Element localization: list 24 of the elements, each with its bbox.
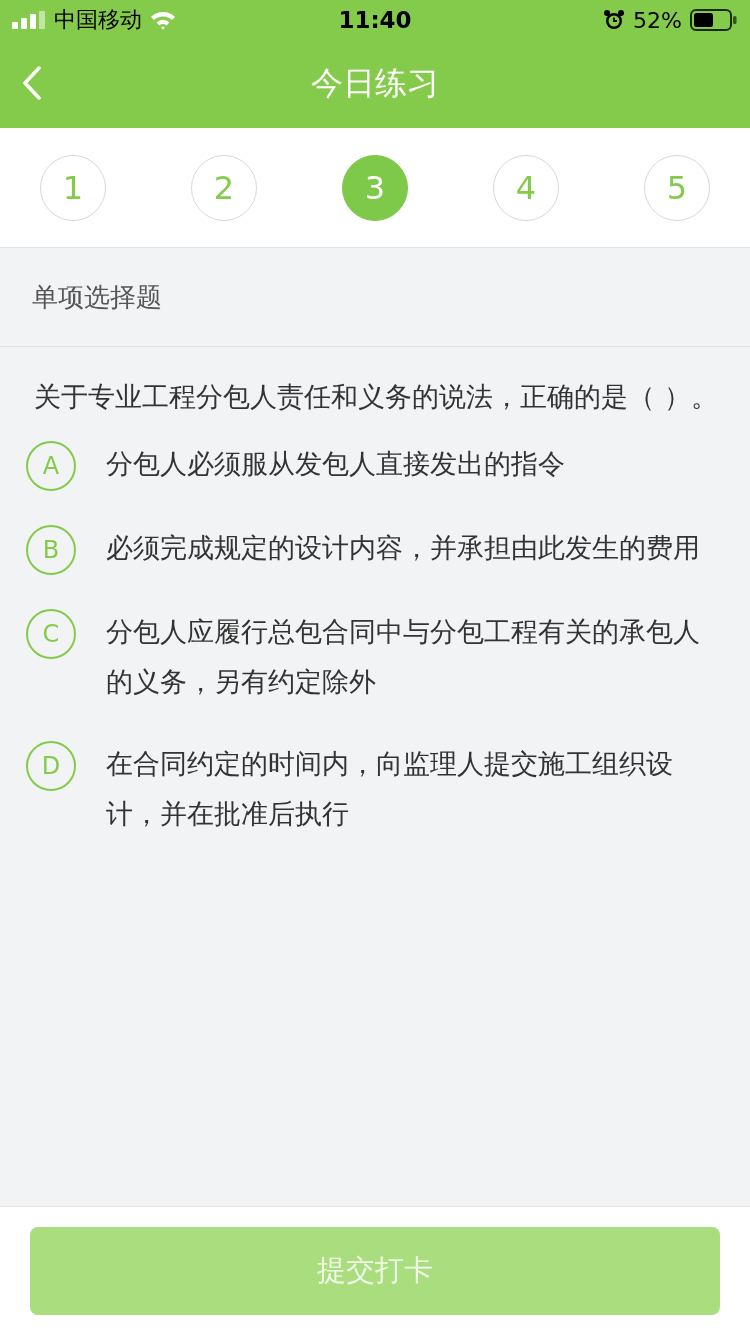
question-type-label: 单项选择题 bbox=[32, 280, 162, 314]
option-text[interactable]: 分包人应履行总包合同中与分包工程有关的承包人的义务，另有约定除外 bbox=[106, 607, 724, 707]
option-letter-circle[interactable]: A bbox=[26, 441, 76, 491]
status-time: 11:40 bbox=[338, 7, 412, 33]
question-number-button[interactable]: 1 bbox=[40, 154, 106, 221]
wifi-icon bbox=[150, 10, 176, 30]
signal-icon bbox=[12, 11, 46, 29]
back-button[interactable] bbox=[22, 66, 42, 100]
question-number-button[interactable]: 2 bbox=[191, 154, 257, 221]
page-title: 今日练习 bbox=[311, 63, 439, 104]
battery-icon bbox=[690, 9, 738, 31]
option-letter-circle[interactable]: D bbox=[26, 741, 76, 791]
battery-percent: 52% bbox=[633, 7, 682, 33]
question-number-button[interactable]: 4 bbox=[493, 154, 559, 221]
alarm-clock-icon bbox=[603, 9, 626, 31]
question-number-button[interactable]: 5 bbox=[644, 154, 710, 221]
question-number-button[interactable]: 3 bbox=[342, 154, 408, 221]
option-letter-circle[interactable]: B bbox=[26, 525, 76, 575]
option-text[interactable]: 分包人必须服从发包人直接发出的指令 bbox=[106, 439, 565, 489]
option-letter-circle[interactable]: C bbox=[26, 609, 76, 659]
option-text[interactable]: 在合同约定的时间内，向监理人提交施工组织设计，并在批准后执行 bbox=[106, 739, 724, 839]
question-text: 关于专业工程分包人责任和义务的说法，正确的是（ ）。 bbox=[34, 380, 719, 414]
option-text[interactable]: 必须完成规定的设计内容，并承担由此发生的费用 bbox=[106, 523, 700, 573]
carrier-name: 中国移动 bbox=[54, 6, 142, 34]
